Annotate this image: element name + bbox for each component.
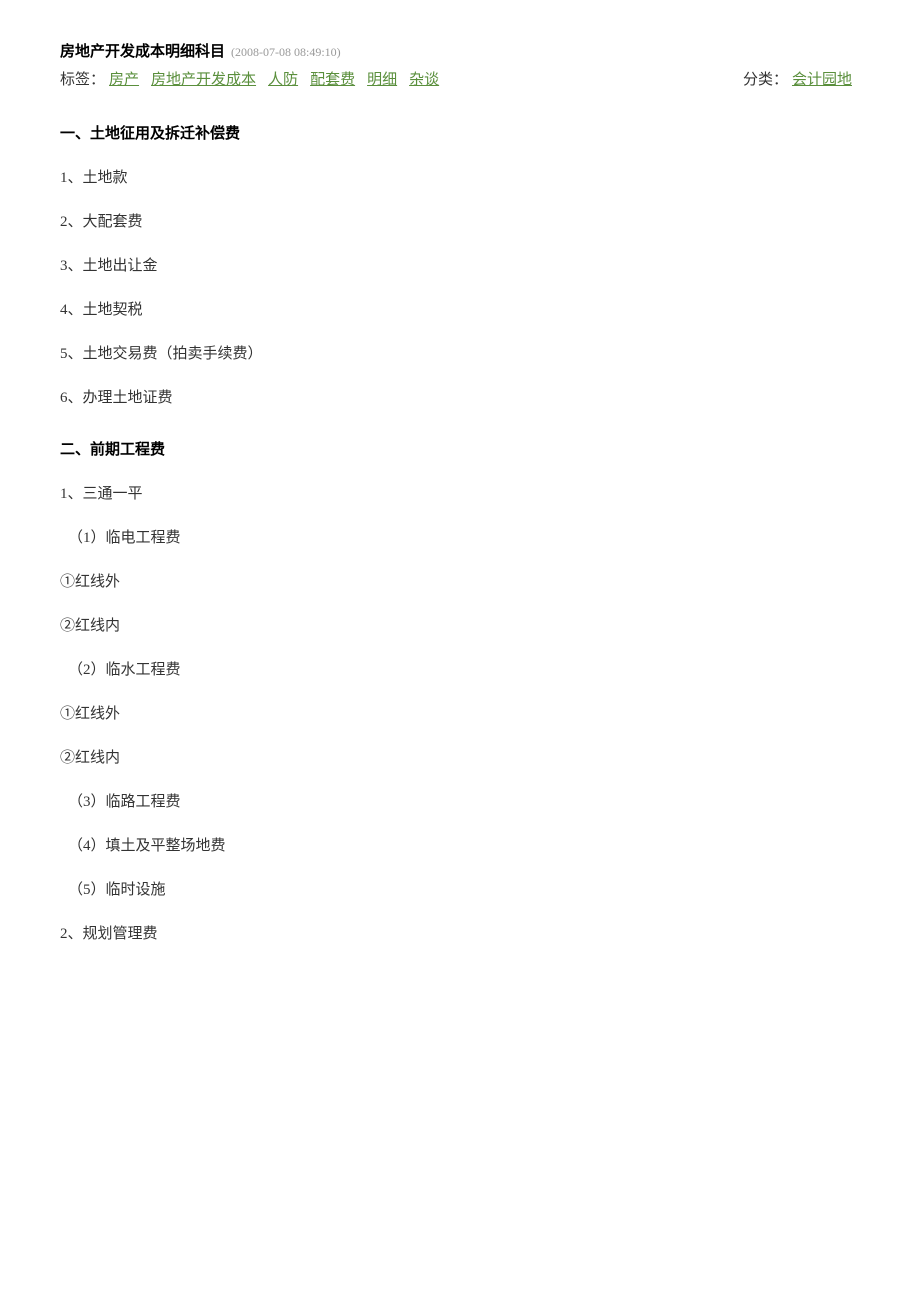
category-label: 分类： — [743, 68, 788, 92]
list-item: （1）临电工程费 — [60, 526, 860, 550]
section-heading-1: 一、土地征用及拆迁补偿费 — [60, 122, 860, 146]
category-link[interactable]: 会计园地 — [792, 68, 852, 92]
tag-link[interactable]: 配套费 — [310, 68, 355, 92]
list-item: 3、土地出让金 — [60, 254, 860, 278]
article-header: 房地产开发成本明细科目 (2008-07-08 08:49:10) — [60, 40, 860, 64]
list-item: ②红线内 — [60, 614, 860, 638]
tag-link[interactable]: 杂谈 — [409, 68, 439, 92]
article-timestamp: (2008-07-08 08:49:10) — [231, 43, 341, 62]
tags-label: 标签： — [60, 68, 105, 92]
list-item: ②红线内 — [60, 746, 860, 770]
list-item: 2、规划管理费 — [60, 922, 860, 946]
list-item: （2）临水工程费 — [60, 658, 860, 682]
tags-container: 标签： 房产 房地产开发成本 人防 配套费 明细 杂谈 — [60, 68, 447, 92]
list-item: （3）临路工程费 — [60, 790, 860, 814]
list-item: 4、土地契税 — [60, 298, 860, 322]
list-item: 1、三通一平 — [60, 482, 860, 506]
section-heading-2: 二、前期工程费 — [60, 438, 860, 462]
list-item: （5）临时设施 — [60, 878, 860, 902]
tag-link[interactable]: 房产 — [109, 68, 139, 92]
tag-link[interactable]: 房地产开发成本 — [151, 68, 256, 92]
list-item: 1、土地款 — [60, 166, 860, 190]
tag-link[interactable]: 明细 — [367, 68, 397, 92]
article-title: 房地产开发成本明细科目 — [60, 40, 225, 64]
list-item: 2、大配套费 — [60, 210, 860, 234]
list-item: ①红线外 — [60, 702, 860, 726]
list-item: 6、办理土地证费 — [60, 386, 860, 410]
list-item: ①红线外 — [60, 570, 860, 594]
list-item: （4）填土及平整场地费 — [60, 834, 860, 858]
tag-link[interactable]: 人防 — [268, 68, 298, 92]
article-meta: 标签： 房产 房地产开发成本 人防 配套费 明细 杂谈 分类： 会计园地 — [60, 68, 860, 92]
list-item: 5、土地交易费（拍卖手续费） — [60, 342, 860, 366]
category-container: 分类： 会计园地 — [743, 68, 860, 92]
